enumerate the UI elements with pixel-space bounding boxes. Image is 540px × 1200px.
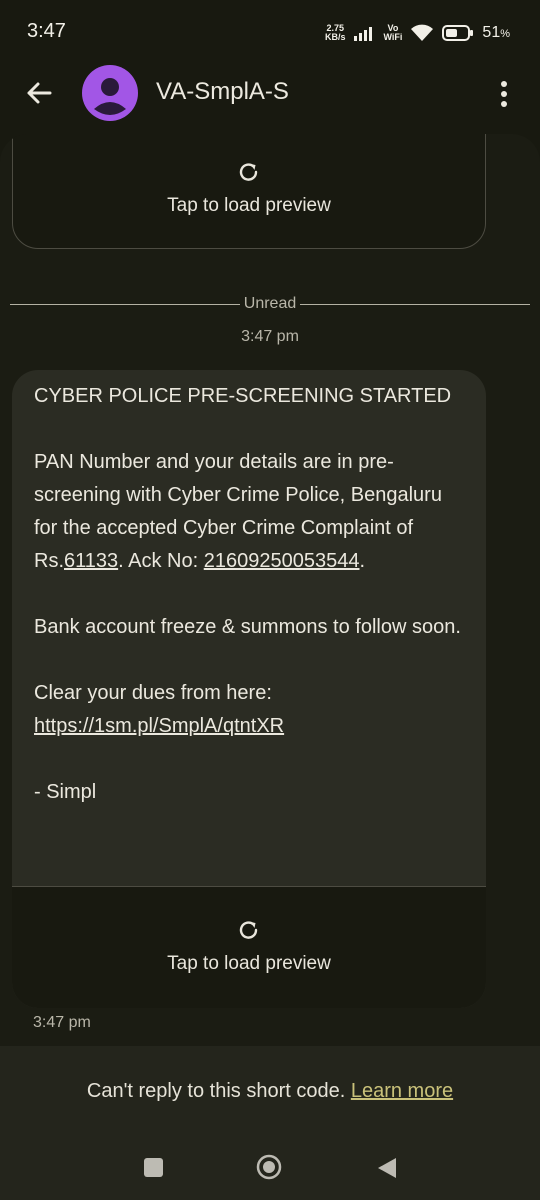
load-preview-label: Tap to load preview [167,953,331,974]
message-url-link[interactable]: https://1sm.pl/SmplA/qtntXR [34,715,284,737]
dues-line: Clear your dues from here: [34,682,272,704]
refresh-icon [239,921,258,939]
vowifi-bottom: WiFi [383,32,403,42]
link-preview-card-top[interactable]: Tap to load preview [12,134,486,249]
ack-number-link[interactable]: 21609250053544 [204,550,360,572]
message-time: 3:47 pm [33,1014,91,1031]
recent-apps-icon[interactable] [144,1158,163,1177]
home-icon[interactable] [256,1154,282,1180]
unread-label: Unread [243,295,297,312]
message-text: CYBER POLICE PRE-SCREENING STARTED PAN N… [12,370,486,809]
battery-percent-unit: % [500,28,510,40]
status-bar: 3:47 2.75 KB/s Vo WiFi 51% [0,0,540,62]
load-preview-label: Tap to load preview [167,195,331,216]
learn-more-link[interactable]: Learn more [351,1080,453,1102]
network-speed-unit: KB/s [324,32,346,42]
battery-percent-value: 51 [482,24,501,41]
vowifi-indicator: Vo WiFi [384,24,403,42]
freeze-line: Bank account freeze & summons to follow … [34,616,461,638]
ack-prefix: . Ack No: [118,550,204,572]
conversation-panel[interactable]: Tap to load preview Unread 3:47 pm CYBER… [0,134,540,1046]
signal-icon [353,27,372,41]
app-bar: VA-SmplA-S [0,62,540,134]
message-bubble[interactable]: CYBER POLICE PRE-SCREENING STARTED PAN N… [12,370,486,1008]
system-nav-bar [0,1136,540,1200]
person-icon [94,78,126,115]
network-speed: 2.75 KB/s [325,24,346,42]
link-preview-card[interactable]: Tap to load preview [12,886,486,1008]
message-title: CYBER POLICE PRE-SCREENING STARTED [34,385,452,407]
message-body: PAN Number and your details are in pre-s… [34,446,464,578]
reply-area: Can't reply to this short code. Learn mo… [0,1046,540,1136]
received-time: 3:47 pm [241,328,299,345]
wifi-icon [411,24,434,41]
short-code-notice: Can't reply to this short code. [86,1080,346,1102]
battery-icon [442,25,474,41]
status-icons: 2.75 KB/s Vo WiFi 51% [325,18,510,48]
ack-suffix: . [359,550,366,572]
divider-line-left [10,303,240,305]
divider-line-right [300,303,531,305]
unread-divider: Unread [10,292,531,316]
status-time: 3:47 [27,20,66,42]
more-options-icon[interactable] [492,76,516,112]
back-arrow-icon[interactable] [22,76,56,110]
message-signature: - Simpl [34,781,97,803]
reply-notice: Can't reply to this short code. Learn mo… [0,1080,540,1103]
preview-content: Tap to load preview [13,134,485,217]
contact-name[interactable]: VA-SmplA-S [156,78,289,106]
nav-back-icon[interactable] [376,1156,398,1180]
battery-percent: 51% [482,24,510,42]
amount-link[interactable]: 61133 [64,550,118,572]
refresh-icon [239,163,258,181]
contact-avatar[interactable] [82,65,138,121]
